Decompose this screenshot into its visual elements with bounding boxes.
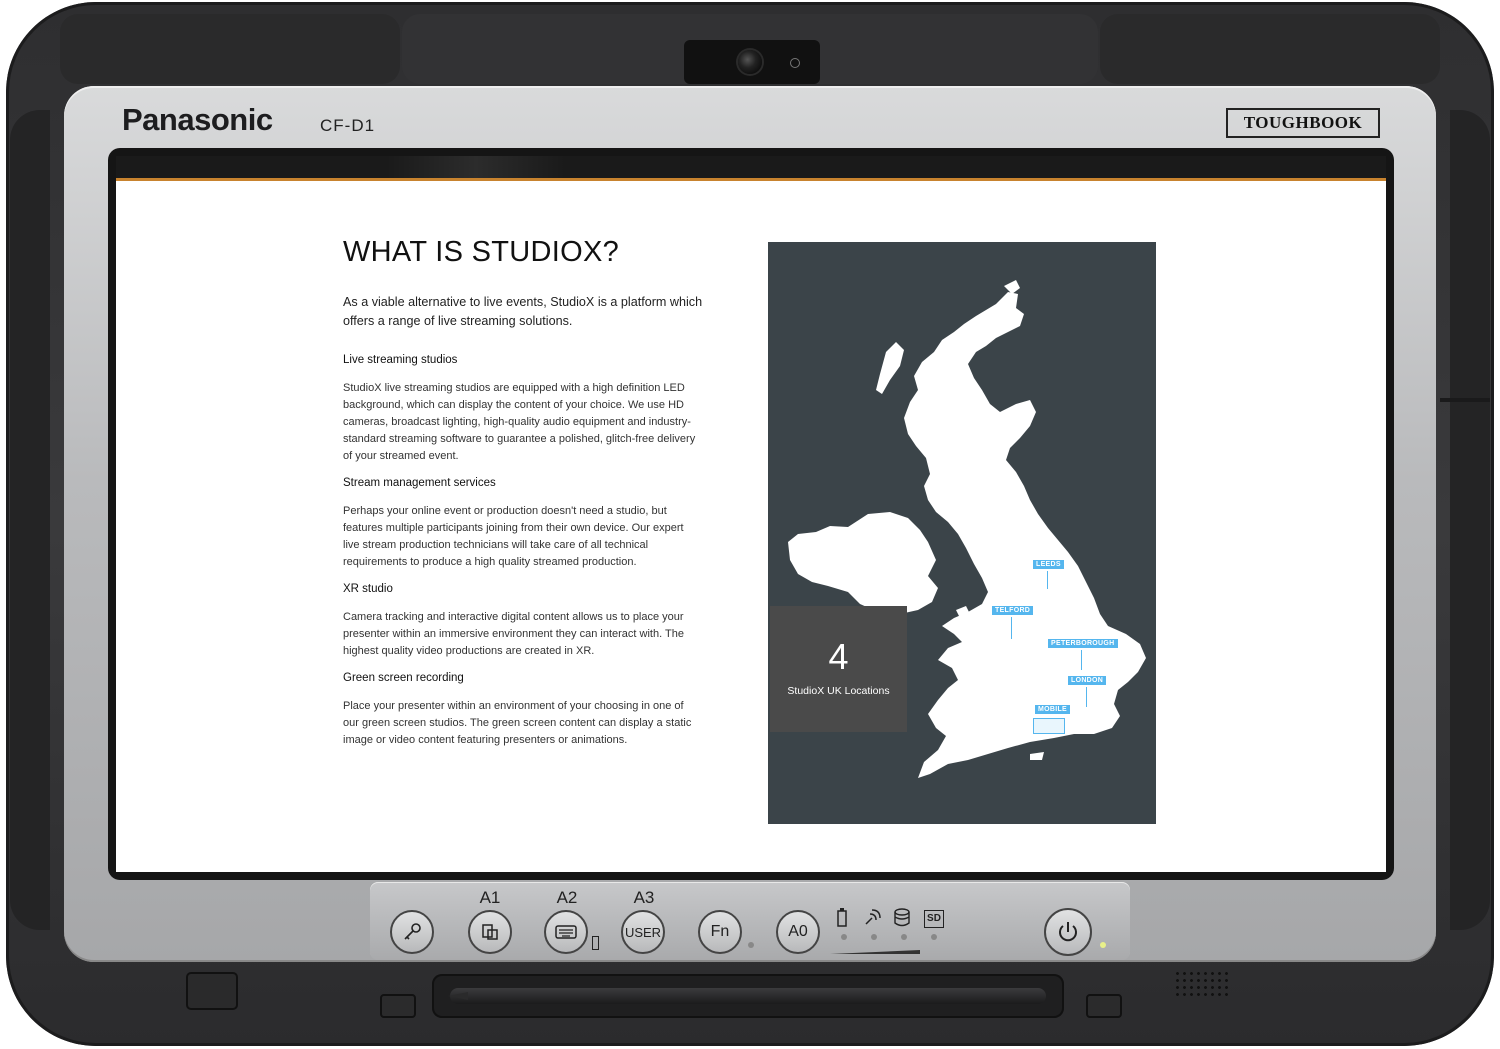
map-great-britain <box>904 292 1146 778</box>
sd-card-icon: SD <box>924 910 944 928</box>
fn-led <box>748 942 754 948</box>
uk-map-panel <box>768 242 1156 824</box>
stylus-pen[interactable] <box>450 988 1046 1004</box>
page-title: WHAT IS STUDIOX? <box>343 236 620 268</box>
key-icon <box>404 923 421 940</box>
side-grip-right <box>1450 110 1490 930</box>
storage-icon <box>894 908 910 927</box>
keyboard-icon <box>555 925 577 939</box>
a1-label: A1 <box>479 888 501 907</box>
model-name: CF-D1 <box>320 116 376 135</box>
location-tag-leeds: LEEDS <box>1033 560 1064 569</box>
screen: WHAT IS STUDIOX? As a viable alternative… <box>116 156 1386 872</box>
side-seam <box>1440 398 1490 402</box>
sd-led <box>931 934 937 940</box>
a0-button[interactable]: A0 <box>776 910 820 954</box>
section-body-live-streaming: StudioX live streaming studios are equip… <box>343 382 696 462</box>
header-accent-line <box>116 178 1386 181</box>
battery-small-icon <box>592 936 599 950</box>
storage-led <box>901 934 907 940</box>
section-body-green-screen: Place your presenter within an environme… <box>343 700 692 746</box>
power-led <box>1100 942 1106 948</box>
location-pin-peterborough <box>1081 650 1082 670</box>
location-pin-telford <box>1011 617 1012 639</box>
webcam-bar <box>684 40 820 84</box>
rotate-screen-icon <box>482 924 498 940</box>
camera-lens-icon <box>738 50 762 74</box>
section-heading-live-streaming: Live streaming studios <box>343 354 458 366</box>
section-body-stream-management: Perhaps your online event or production … <box>343 505 684 568</box>
top-bumper-left <box>60 14 400 84</box>
map-isle-of-wight <box>1030 752 1044 760</box>
brand-logo: Panasonic <box>122 102 273 137</box>
stylus-tip <box>448 992 468 1000</box>
foot-pad-left <box>186 972 238 1010</box>
location-tag-london: LONDON <box>1068 676 1107 685</box>
a3-user-button[interactable]: USER <box>621 910 665 954</box>
latch-left[interactable] <box>380 994 416 1018</box>
map-ireland <box>788 512 938 614</box>
fn-text: Fn <box>710 923 730 940</box>
location-pin-london <box>1086 687 1087 707</box>
wireless-led <box>871 934 877 940</box>
key-button[interactable] <box>390 910 434 954</box>
location-pin-leeds <box>1047 571 1048 589</box>
site-header-bar <box>116 156 1386 178</box>
speaker-grill <box>1174 970 1228 998</box>
top-bumper-right <box>1100 14 1440 84</box>
mobile-truck-icon <box>1033 718 1065 734</box>
power-icon <box>1059 922 1077 942</box>
latch-right[interactable] <box>1086 994 1122 1018</box>
side-grip-left <box>10 110 50 930</box>
map-hebrides <box>876 342 904 394</box>
locations-label: StudioX UK Locations <box>787 685 890 697</box>
a3-label: A3 <box>633 888 655 907</box>
location-tag-mobile: MOBILE <box>1035 705 1071 714</box>
a2-button[interactable] <box>544 910 588 954</box>
location-tag-peterborough: PETERBOROUGH <box>1048 639 1118 648</box>
section-heading-xr-studio: XR studio <box>343 583 393 595</box>
section-body-xr-studio: Camera tracking and interactive digital … <box>343 611 684 657</box>
section-heading-stream-management: Stream management services <box>343 477 496 489</box>
a2-label: A2 <box>556 888 578 907</box>
toughbook-badge: TOUGHBOOK <box>1226 108 1380 138</box>
light-sensor-icon <box>790 58 800 68</box>
locations-count: 4 <box>828 636 849 677</box>
uk-map-graphic <box>788 280 1146 778</box>
locations-stat-box: 4 StudioX UK Locations <box>770 606 907 732</box>
battery-led <box>841 934 847 940</box>
location-tag-telford: TELFORD <box>992 606 1034 615</box>
section-heading-green-screen: Green screen recording <box>343 672 464 684</box>
a0-text: A0 <box>788 923 808 940</box>
intro-text: As a viable alternative to live events, … <box>343 295 703 328</box>
fn-button[interactable]: Fn <box>698 910 742 954</box>
header-logo-ghost <box>386 156 566 178</box>
user-text: USER <box>624 924 662 940</box>
map-orkney <box>1004 280 1020 294</box>
a1-button[interactable] <box>468 910 512 954</box>
battery-icon <box>837 908 847 927</box>
power-button[interactable] <box>1044 908 1092 956</box>
wireless-icon <box>865 909 881 925</box>
